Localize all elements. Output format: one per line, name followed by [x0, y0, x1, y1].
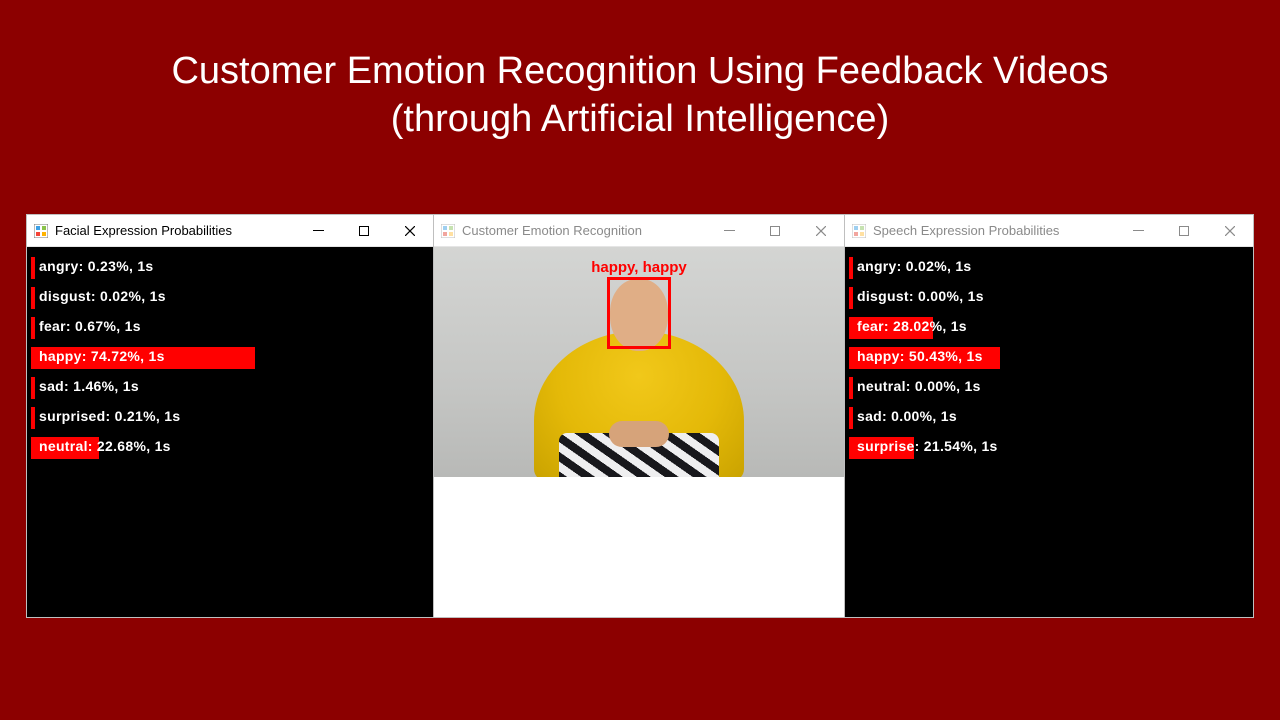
prob-label: surprise: 21.54%, 1s: [857, 438, 998, 454]
prob-bar: [849, 377, 853, 399]
prob-row: disgust: 0.00%, 1s: [849, 287, 1249, 309]
prob-row: sad: 1.46%, 1s: [31, 377, 429, 399]
windows-row: Facial Expression Probabilities angry: 0…: [26, 214, 1254, 618]
prob-label: angry: 0.02%, 1s: [857, 258, 972, 274]
prob-bar: [31, 407, 35, 429]
prob-label: neutral: 22.68%, 1s: [39, 438, 171, 454]
minimize-button[interactable]: [1115, 215, 1161, 247]
prob-row: happy: 50.43%, 1s: [849, 347, 1249, 369]
prob-row: neutral: 22.68%, 1s: [31, 437, 429, 459]
prob-bar: [31, 377, 35, 399]
prob-bar: [849, 257, 853, 279]
prob-bar: [31, 317, 35, 339]
titlebar-speech[interactable]: Speech Expression Probabilities: [845, 215, 1253, 247]
titlebar-video-text: Customer Emotion Recognition: [462, 223, 642, 238]
prob-bar: [849, 407, 853, 429]
maximize-button[interactable]: [752, 215, 798, 247]
prob-label: neutral: 0.00%, 1s: [857, 378, 981, 394]
prob-row: neutral: 0.00%, 1s: [849, 377, 1249, 399]
slide-title-line1: Customer Emotion Recognition Using Feedb…: [171, 50, 1108, 92]
prob-row: fear: 28.02%, 1s: [849, 317, 1249, 339]
video-frame: happy, happy: [434, 247, 844, 477]
window-facial-probs: Facial Expression Probabilities angry: 0…: [26, 214, 434, 618]
prob-row: surprise: 21.54%, 1s: [849, 437, 1249, 459]
person-hands: [609, 421, 669, 447]
app-icon: [33, 223, 49, 239]
prob-label: surprised: 0.21%, 1s: [39, 408, 180, 424]
slide-title: Customer Emotion Recognition Using Feedb…: [0, 0, 1280, 143]
maximize-button[interactable]: [341, 215, 387, 247]
prob-row: sad: 0.00%, 1s: [849, 407, 1249, 429]
titlebar-facial[interactable]: Facial Expression Probabilities: [27, 215, 433, 247]
prob-bar: [849, 287, 853, 309]
prob-row: happy: 74.72%, 1s: [31, 347, 429, 369]
window-speech-probs: Speech Expression Probabilities angry: 0…: [844, 214, 1254, 618]
facial-prob-panel: angry: 0.23%, 1s disgust: 0.02%, 1s fear: …: [27, 247, 433, 617]
prob-label: happy: 74.72%, 1s: [39, 348, 165, 364]
prob-row: angry: 0.23%, 1s: [31, 257, 429, 279]
prob-label: fear: 28.02%, 1s: [857, 318, 967, 334]
face-detection-label: happy, happy: [591, 259, 687, 276]
minimize-button[interactable]: [295, 215, 341, 247]
titlebar-facial-text: Facial Expression Probabilities: [55, 223, 232, 238]
minimize-button[interactable]: [706, 215, 752, 247]
face-detection-box: [607, 277, 671, 349]
prob-row: disgust: 0.02%, 1s: [31, 287, 429, 309]
prob-bar: [31, 287, 35, 309]
prob-label: angry: 0.23%, 1s: [39, 258, 154, 274]
prob-row: fear: 0.67%, 1s: [31, 317, 429, 339]
titlebar-video[interactable]: Customer Emotion Recognition: [434, 215, 844, 247]
speech-prob-panel: angry: 0.02%, 1s disgust: 0.00%, 1s fear: …: [845, 247, 1253, 617]
prob-label: disgust: 0.00%, 1s: [857, 288, 984, 304]
window-video: Customer Emotion Recognition happy, happ…: [434, 214, 844, 618]
close-button[interactable]: [387, 215, 433, 247]
app-icon: [440, 223, 456, 239]
prob-label: sad: 0.00%, 1s: [857, 408, 957, 424]
prob-label: disgust: 0.02%, 1s: [39, 288, 166, 304]
prob-row: surprised: 0.21%, 1s: [31, 407, 429, 429]
titlebar-speech-text: Speech Expression Probabilities: [873, 223, 1059, 238]
close-button[interactable]: [798, 215, 844, 247]
prob-label: sad: 1.46%, 1s: [39, 378, 139, 394]
prob-label: fear: 0.67%, 1s: [39, 318, 141, 334]
prob-row: angry: 0.02%, 1s: [849, 257, 1249, 279]
prob-label: happy: 50.43%, 1s: [857, 348, 983, 364]
maximize-button[interactable]: [1161, 215, 1207, 247]
close-button[interactable]: [1207, 215, 1253, 247]
app-icon: [851, 223, 867, 239]
slide-title-line2: (through Artificial Intelligence): [391, 98, 889, 140]
video-area: happy, happy: [434, 247, 844, 617]
prob-bar: [31, 257, 35, 279]
